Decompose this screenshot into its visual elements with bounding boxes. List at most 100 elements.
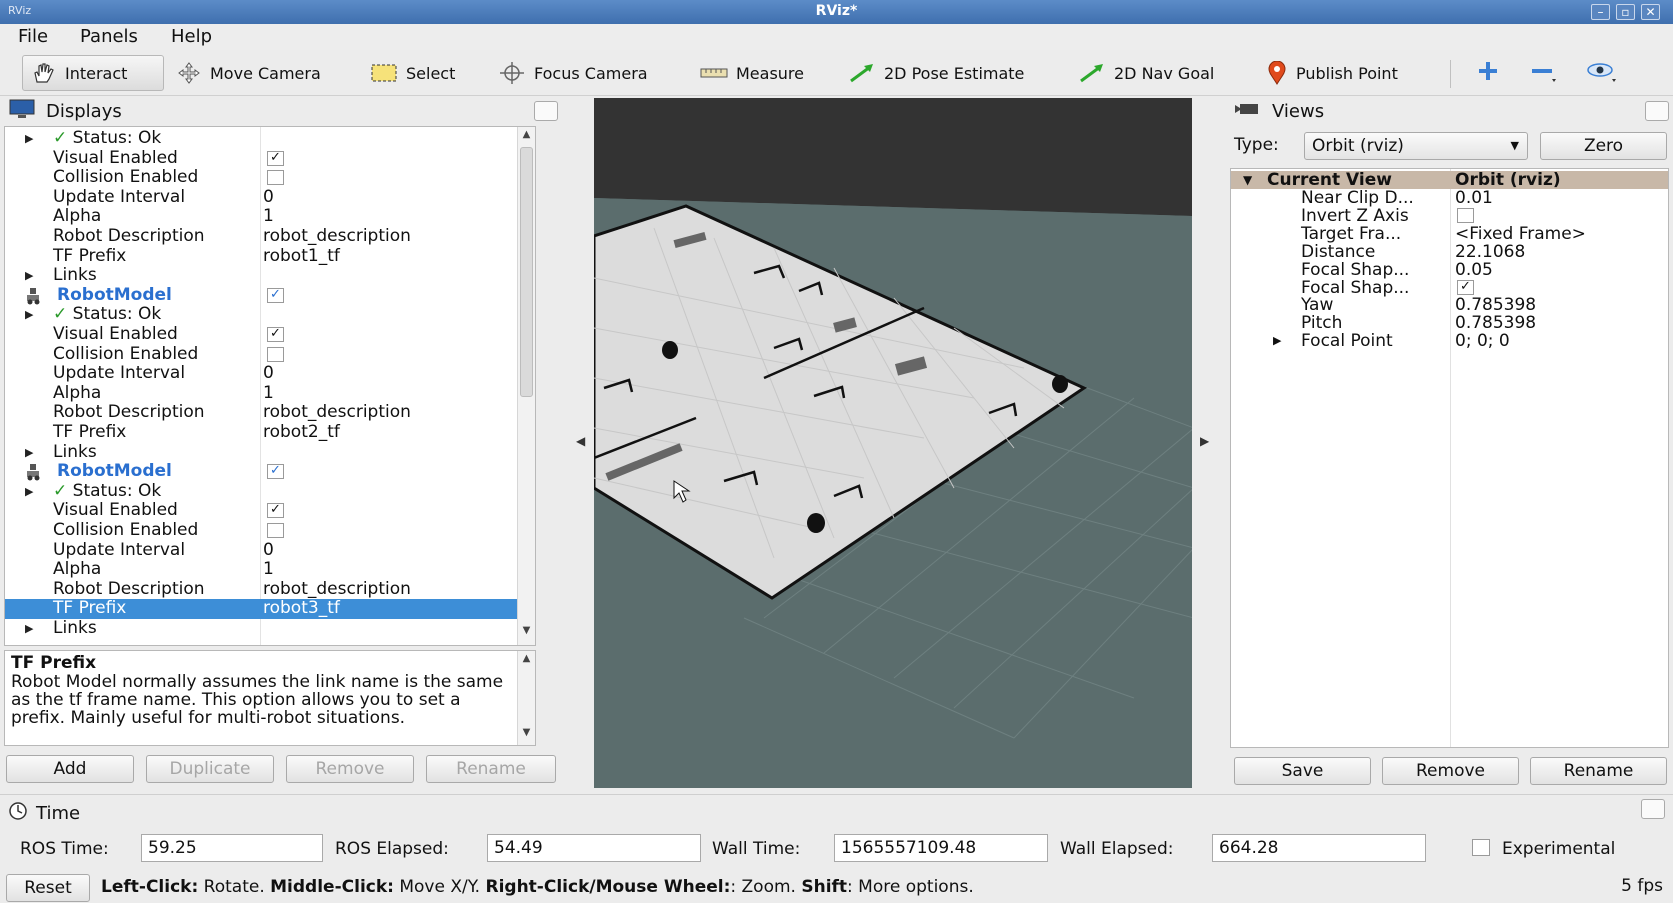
view-property-checkbox[interactable] bbox=[1457, 207, 1474, 223]
property-checkbox[interactable]: ✓ bbox=[267, 503, 284, 519]
pose-estimate-tool[interactable]: 2D Pose Estimate bbox=[840, 55, 1032, 91]
wall-time-field[interactable]: 1565557109.48 bbox=[834, 834, 1048, 862]
property-checkbox[interactable] bbox=[267, 346, 284, 362]
view-property-row[interactable]: Target Fra... <Fixed Frame> bbox=[1231, 225, 1668, 243]
display-property-row[interactable]: ▶ Links bbox=[5, 619, 535, 639]
maximize-button[interactable]: ▫ bbox=[1616, 4, 1635, 20]
add-display-button[interactable]: Add bbox=[6, 755, 134, 783]
view-property-row[interactable]: Invert Z Axis bbox=[1231, 207, 1668, 225]
view-property-value[interactable]: <Fixed Frame> bbox=[1455, 225, 1586, 243]
scroll-up-icon[interactable]: ▲ bbox=[518, 653, 535, 669]
display-property-row[interactable]: Update Interval 0 bbox=[5, 540, 535, 561]
experimental-checkbox[interactable] bbox=[1472, 839, 1490, 856]
view-property-row[interactable]: ▶ Focal Point 0; 0; 0 bbox=[1231, 332, 1668, 350]
display-property-row[interactable]: Update Interval 0 bbox=[5, 364, 535, 384]
menu-panels[interactable]: Panels bbox=[80, 26, 138, 47]
expand-right-icon[interactable]: ▶ bbox=[25, 443, 33, 462]
views-property-tree[interactable]: ▼ Current View Orbit (rviz) Near Clip D.… bbox=[1230, 168, 1669, 748]
display-enabled-checkbox[interactable]: ✓ bbox=[267, 287, 284, 303]
property-value[interactable]: 1 bbox=[263, 207, 274, 226]
expand-right-icon[interactable]: ▶ bbox=[25, 129, 33, 148]
view-type-dropdown[interactable]: Orbit (rviz) ▼ bbox=[1304, 132, 1528, 160]
collapse-left-icon[interactable]: ◀ bbox=[576, 434, 585, 448]
view-property-value[interactable]: 22.1068 bbox=[1455, 243, 1525, 261]
display-enabled-checkbox[interactable]: ✓ bbox=[267, 464, 284, 480]
close-window-button[interactable]: ✕ bbox=[1641, 4, 1660, 20]
property-value[interactable]: robot_description bbox=[263, 579, 411, 599]
display-property-row[interactable]: Alpha 1 bbox=[5, 207, 535, 227]
property-value[interactable]: 0 bbox=[263, 364, 274, 383]
menu-file[interactable]: File bbox=[18, 26, 48, 47]
measure-tool[interactable]: Measure bbox=[692, 55, 812, 91]
display-property-row[interactable]: TF Prefix robot2_tf bbox=[5, 423, 535, 443]
view-property-row[interactable]: Focal Shap... 0.05 bbox=[1231, 261, 1668, 279]
scroll-down-icon[interactable]: ▼ bbox=[518, 625, 535, 641]
display-property-row[interactable]: Alpha 1 bbox=[5, 560, 535, 580]
display-property-row[interactable]: Visual Enabled ✓ bbox=[5, 501, 535, 521]
property-value[interactable]: 1 bbox=[263, 383, 274, 403]
display-property-row[interactable]: Alpha 1 bbox=[5, 383, 535, 404]
menu-help[interactable]: Help bbox=[171, 26, 212, 47]
views-float-button[interactable] bbox=[1645, 101, 1669, 121]
display-property-row[interactable]: Visual Enabled ✓ bbox=[5, 148, 535, 169]
display-property-row[interactable]: Robot Description robot_description bbox=[5, 403, 535, 423]
current-view-row[interactable]: ▼ Current View Orbit (rviz) bbox=[1231, 171, 1668, 189]
view-property-row[interactable]: Near Clip D... 0.01 bbox=[1231, 189, 1668, 207]
view-property-row[interactable]: Yaw 0.785398 bbox=[1231, 296, 1668, 314]
property-checkbox[interactable] bbox=[267, 170, 284, 186]
duplicate-display-button[interactable]: Duplicate bbox=[146, 755, 274, 783]
property-value[interactable]: robot3_tf bbox=[263, 599, 340, 618]
remove-display-button[interactable]: Remove bbox=[286, 755, 414, 783]
property-value[interactable]: 0 bbox=[263, 540, 274, 560]
add-tool-button[interactable] bbox=[1468, 55, 1508, 91]
display-property-row[interactable]: Robot Description robot_description bbox=[5, 227, 535, 247]
interact-tool[interactable]: Interact bbox=[22, 55, 164, 91]
displays-scrollbar[interactable]: ▲ ▼ bbox=[517, 127, 535, 645]
property-value[interactable]: robot_description bbox=[263, 403, 411, 422]
view-property-row[interactable]: Pitch 0.785398 bbox=[1231, 314, 1668, 332]
save-view-button[interactable]: Save bbox=[1234, 757, 1371, 785]
robot-model-row[interactable]: RobotModel ✓ bbox=[5, 462, 535, 482]
expand-right-icon[interactable]: ▶ bbox=[25, 482, 33, 501]
property-value[interactable]: 1 bbox=[263, 560, 274, 579]
property-checkbox[interactable] bbox=[267, 523, 284, 538]
displays-tree[interactable]: ▶ ✓ Status: Ok Visual Enabled ✓ Collision En… bbox=[4, 126, 536, 646]
ros-time-field[interactable]: 59.25 bbox=[141, 834, 323, 862]
property-value[interactable]: robot_description bbox=[263, 227, 411, 246]
scroll-thumb[interactable] bbox=[520, 147, 533, 397]
move-camera-tool[interactable]: Move Camera bbox=[168, 55, 329, 91]
rename-view-button[interactable]: Rename bbox=[1530, 757, 1667, 785]
expand-right-icon[interactable]: ▶ bbox=[1273, 332, 1281, 350]
view-property-value[interactable]: 0.01 bbox=[1455, 189, 1493, 207]
robot-model-row[interactable]: RobotModel ✓ bbox=[5, 285, 535, 306]
property-checkbox[interactable]: ✓ bbox=[267, 327, 284, 342]
display-property-row[interactable]: Collision Enabled bbox=[5, 521, 535, 541]
collapse-right-icon[interactable]: ▶ bbox=[1200, 434, 1209, 448]
property-value[interactable]: 0 bbox=[263, 187, 274, 207]
expand-right-icon[interactable]: ▶ bbox=[25, 266, 33, 285]
expand-right-icon[interactable]: ▶ bbox=[25, 305, 33, 324]
expand-right-icon[interactable]: ▶ bbox=[25, 619, 33, 638]
view-property-value[interactable]: 0.05 bbox=[1455, 261, 1493, 279]
rename-display-button[interactable]: Rename bbox=[426, 755, 556, 783]
scroll-up-icon[interactable]: ▲ bbox=[518, 129, 535, 145]
expand-down-icon[interactable]: ▼ bbox=[1243, 171, 1252, 189]
display-property-row[interactable]: ▶ ✓ Status: Ok bbox=[5, 305, 535, 325]
time-float-button[interactable] bbox=[1641, 799, 1665, 819]
view-property-value[interactable]: 0; 0; 0 bbox=[1455, 332, 1510, 350]
display-property-row[interactable]: TF Prefix robot3_tf bbox=[5, 599, 535, 619]
display-property-row[interactable]: TF Prefix robot1_tf bbox=[5, 246, 535, 267]
display-property-row[interactable]: Robot Description robot_description bbox=[5, 579, 535, 600]
display-property-row[interactable]: Collision Enabled bbox=[5, 344, 535, 365]
render-3d-view[interactable] bbox=[594, 98, 1192, 788]
view-property-checkbox[interactable]: ✓ bbox=[1457, 279, 1474, 295]
scroll-down-icon[interactable]: ▼ bbox=[518, 727, 535, 743]
focus-camera-tool[interactable]: Focus Camera bbox=[490, 55, 656, 91]
remove-view-button[interactable]: Remove bbox=[1382, 757, 1519, 785]
view-property-value[interactable]: 0.785398 bbox=[1455, 296, 1536, 314]
display-property-row[interactable]: ▶ Links bbox=[5, 266, 535, 286]
select-tool[interactable]: Select bbox=[362, 55, 463, 91]
wall-elapsed-field[interactable]: 664.28 bbox=[1212, 834, 1426, 862]
zero-button[interactable]: Zero bbox=[1540, 132, 1667, 160]
display-property-row[interactable]: Visual Enabled ✓ bbox=[5, 325, 535, 345]
